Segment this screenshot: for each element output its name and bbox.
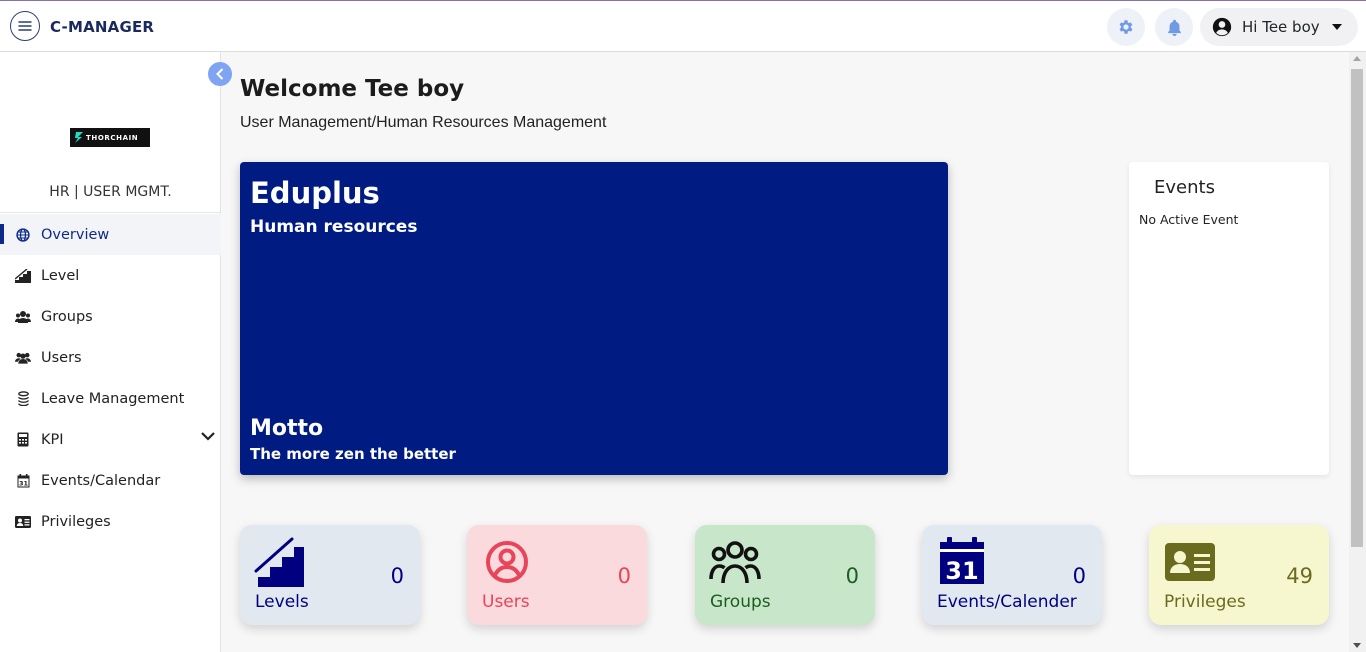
stat-card-users[interactable]: Users 0 (467, 525, 647, 625)
gear-icon (1119, 20, 1133, 34)
user-circle-icon (486, 541, 528, 583)
coins-icon (15, 391, 31, 407)
events-empty-message: No Active Event (1139, 212, 1239, 227)
sidebar-item-label: Groups (41, 308, 93, 325)
scroll-up-arrow-icon[interactable] (1353, 56, 1361, 61)
stat-value: 0 (1072, 564, 1086, 588)
sidebar-item-level[interactable]: Level (0, 255, 221, 296)
sidebar-item-overview[interactable]: Overview (0, 214, 221, 255)
user-menu[interactable]: Hi Tee boy (1200, 8, 1358, 46)
calendar-icon: 31 (940, 537, 984, 585)
sidebar-item-privileges[interactable]: Privileges (0, 501, 221, 542)
stat-value: 0 (617, 564, 631, 588)
sidebar-item-users[interactable]: Users (0, 337, 221, 378)
sidebar-item-leave-management[interactable]: Leave Management (0, 378, 221, 419)
sidebar-item-label: Level (41, 267, 80, 284)
stat-value: 49 (1286, 564, 1313, 588)
chevron-down-icon[interactable] (201, 432, 215, 441)
caret-down-icon[interactable] (1331, 24, 1342, 30)
calculator-icon (15, 432, 31, 448)
page-title: Welcome Tee boy (240, 76, 465, 102)
organization-name: Eduplus (250, 176, 380, 210)
stat-label: Levels (255, 592, 309, 612)
scroll-down-arrow-icon[interactable] (1353, 643, 1361, 648)
department-name: Human resources (250, 217, 418, 237)
sidebar-item-label: Events/Calendar (41, 472, 161, 489)
sidebar-item-groups[interactable]: Groups (0, 296, 221, 337)
stat-value: 0 (390, 564, 404, 588)
scrollbar-thumb[interactable] (1351, 69, 1363, 547)
calendar-icon: 31 (15, 473, 31, 489)
sidebar-item-label: Users (41, 349, 82, 366)
settings-button[interactable] (1107, 8, 1145, 46)
svg-text:31: 31 (18, 479, 28, 487)
stat-label: Privileges (1164, 592, 1246, 612)
stat-card-privileges[interactable]: Privileges 49 (1149, 525, 1329, 625)
motto-label: Motto (250, 416, 324, 441)
sidebar-divider (0, 212, 221, 213)
bell-icon (1167, 19, 1181, 36)
sidebar-nav: Overview Level Groups Users Leave Manage… (0, 214, 221, 542)
sidebar-item-events-calendar[interactable]: 31 Events/Calendar (0, 460, 221, 501)
motto-text: The more zen the better (250, 445, 456, 463)
events-title: Events (1154, 177, 1215, 198)
sidebar-item-label: Privileges (41, 513, 111, 530)
stat-label: Groups (710, 592, 771, 612)
stairs-icon (254, 537, 304, 587)
sidebar-collapse-button[interactable] (208, 62, 232, 86)
notifications-button[interactable] (1155, 8, 1193, 46)
user-group-icon (15, 309, 31, 325)
thorchain-logo-icon (75, 132, 83, 143)
stat-label: Events/Calender (937, 592, 1077, 612)
app-brand: C-MANAGER (50, 18, 155, 36)
menu-icon[interactable] (10, 11, 40, 41)
organization-banner: Eduplus Human resources Motto The more z… (240, 162, 948, 475)
user-greeting: Hi Tee boy (1242, 18, 1320, 36)
sidebar-item-label: Overview (41, 226, 110, 243)
svg-text:31: 31 (945, 557, 978, 585)
sidebar-item-label: Leave Management (41, 390, 185, 407)
id-card-icon (15, 514, 31, 530)
stat-card-levels[interactable]: Levels 0 (240, 525, 420, 625)
page-scrollbar[interactable] (1349, 52, 1366, 652)
stat-card-groups[interactable]: Groups 0 (695, 525, 875, 625)
company-logo: THORCHAIN (70, 128, 150, 147)
sidebar-item-kpi[interactable]: KPI (0, 419, 221, 460)
sidebar-item-label: KPI (41, 431, 64, 448)
chevron-left-icon (216, 68, 224, 80)
users-icon (15, 350, 31, 366)
sidebar-title: HR | USER MGMT. (49, 184, 172, 200)
page-subtitle: User Management/Human Resources Manageme… (240, 114, 607, 131)
stat-card-events-calendar[interactable]: 31 Events/Calender 0 (922, 525, 1102, 625)
stat-value: 0 (845, 564, 859, 588)
stairs-icon (15, 268, 31, 284)
globe-icon (15, 227, 31, 243)
user-group-icon (709, 541, 761, 584)
stat-label: Users (482, 592, 530, 612)
logo-text: THORCHAIN (86, 133, 139, 142)
sidebar: THORCHAIN HR | USER MGMT. Overview Level… (0, 52, 221, 652)
user-circle-icon (1212, 17, 1232, 37)
events-panel: Events No Active Event (1129, 162, 1329, 475)
id-card-icon (1165, 543, 1215, 581)
top-header: C-MANAGER Hi Tee boy (0, 0, 1366, 52)
